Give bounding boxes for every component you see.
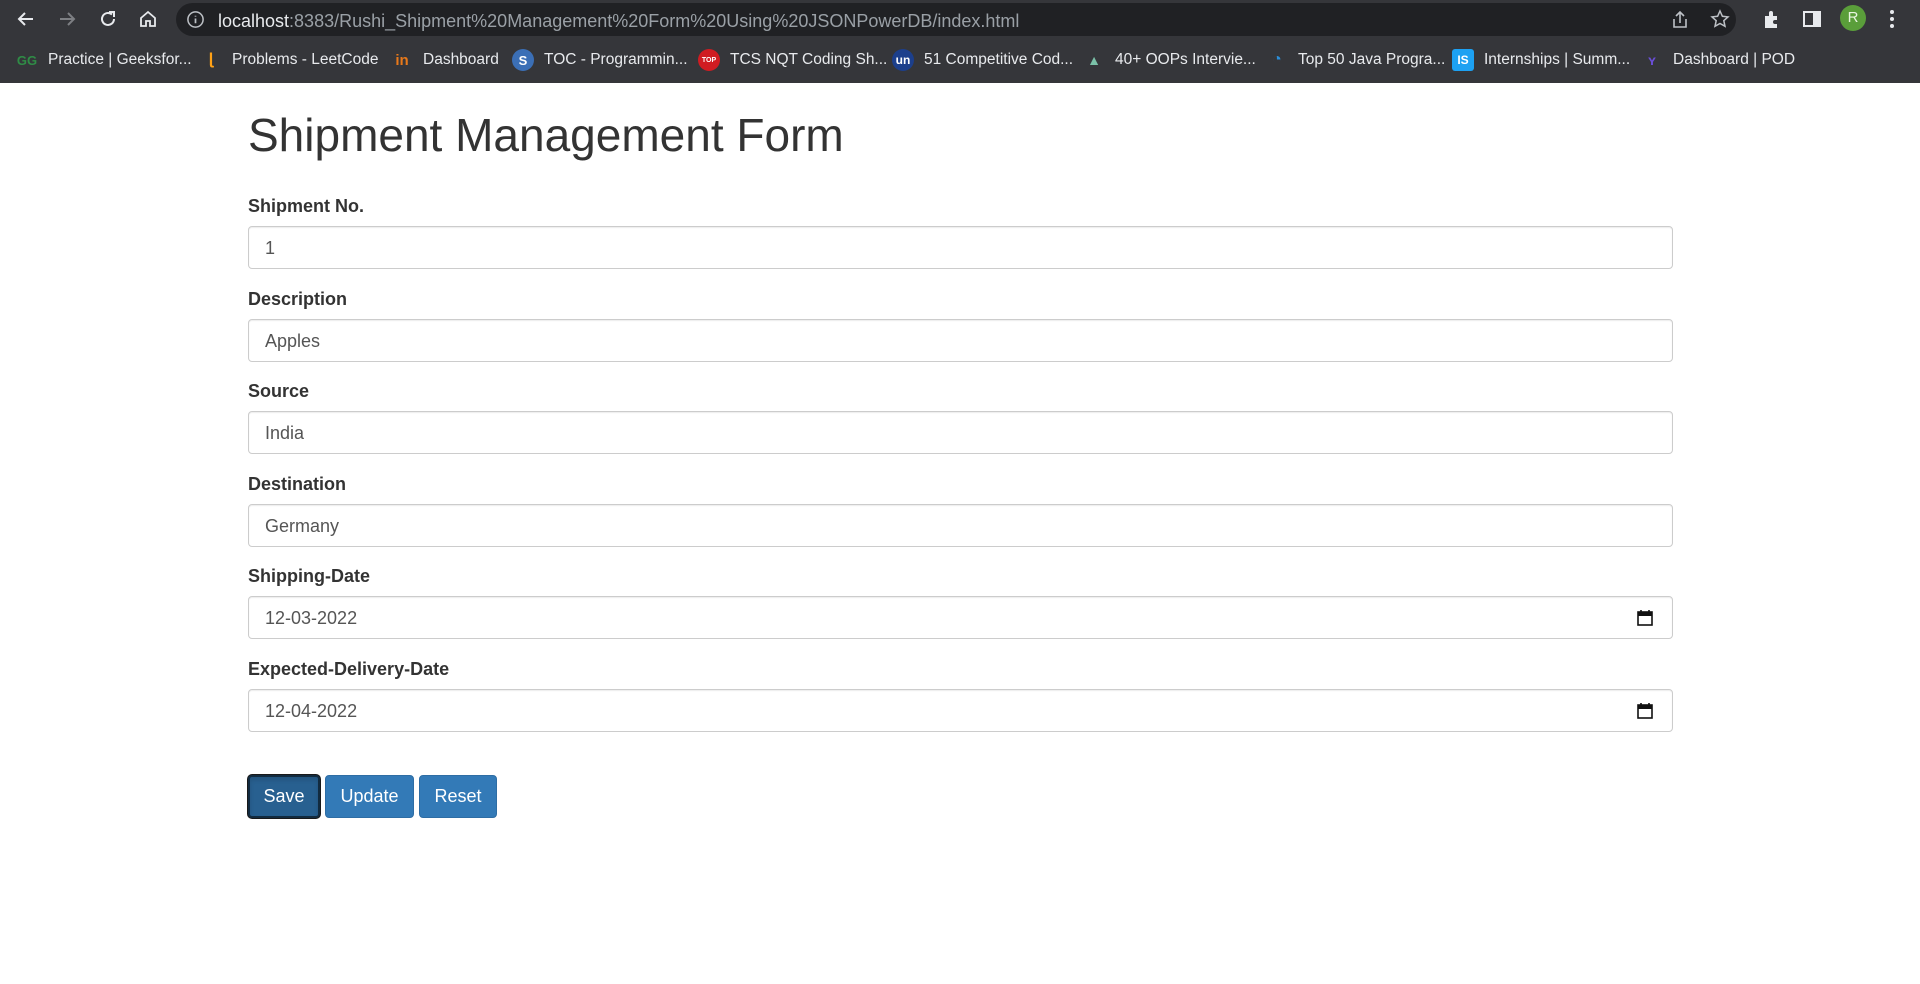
shipment-no-input[interactable]: 1: [248, 226, 1673, 269]
bookmark-item[interactable]: TOP TCS NQT Coding Sh...: [698, 45, 887, 75]
destination-label: Destination: [248, 474, 347, 494]
browser-toolbar: localhost:8383/Rushi_Shipment%20Manageme…: [0, 0, 1920, 38]
bookmarks-bar: GG Practice | Geeksfor... ɭ Problems - L…: [0, 45, 1920, 75]
source-value: India: [265, 423, 305, 443]
internshala-icon: IS: [1452, 49, 1474, 71]
bookmark-label: 51 Competitive Cod...: [924, 51, 1074, 68]
source-label: Source: [248, 381, 310, 401]
bookmark-item[interactable]: GG Practice | Geeksfor...: [16, 45, 192, 75]
update-button[interactable]: Update: [325, 775, 414, 818]
bookmark-label: 40+ OOPs Intervie...: [1115, 51, 1256, 68]
extensions-icon[interactable]: [1761, 8, 1783, 30]
forward-icon[interactable]: [53, 5, 81, 33]
url-text: localhost:8383/Rushi_Shipment%20Manageme…: [218, 11, 1020, 31]
bookmark-item[interactable]: IS Internships | Summ...: [1452, 45, 1630, 75]
shipping-date-value: 12-03-2022: [265, 608, 358, 628]
shipment-no-value: 1: [265, 238, 276, 258]
bookmark-label: Dashboard: [423, 51, 499, 68]
bookmark-label: Problems - LeetCode: [232, 51, 379, 68]
dashboard-icon: in: [395, 51, 409, 69]
expected-delivery-date-input[interactable]: 12-04-2022: [248, 689, 1673, 732]
leetcode-icon: ɭ: [208, 51, 214, 68]
description-label: Description: [248, 289, 348, 309]
bookmark-label: TCS NQT Coding Sh...: [730, 51, 888, 68]
home-icon[interactable]: [134, 5, 162, 33]
oops-icon: ▲: [1087, 52, 1101, 68]
save-button[interactable]: Save: [248, 775, 320, 818]
calendar-icon[interactable]: [1636, 702, 1654, 720]
shipment-no-label: Shipment No.: [248, 196, 364, 216]
bookmark-item[interactable]: un 51 Competitive Cod...: [892, 45, 1073, 75]
calendar-icon[interactable]: [1636, 609, 1654, 627]
bookmark-label: Top 50 Java Progra...: [1298, 51, 1446, 68]
share-icon[interactable]: [1670, 10, 1690, 30]
bookmark-star-icon[interactable]: [1710, 9, 1730, 29]
bookmark-item[interactable]: ◔ Top 50 Java Progra...: [1266, 45, 1445, 75]
toc-icon: S: [512, 49, 534, 71]
unstop-icon: un: [892, 49, 914, 71]
page-title: Shipment Management Form: [248, 109, 844, 161]
reset-button[interactable]: Reset: [419, 775, 497, 818]
bookmark-label: TOC - Programmin...: [544, 51, 688, 68]
expected-delivery-date-value: 12-04-2022: [265, 701, 358, 721]
tcs-icon: TOP: [698, 49, 720, 71]
reload-icon[interactable]: [94, 5, 122, 33]
side-panel-icon[interactable]: [1801, 8, 1823, 30]
bookmark-item[interactable]: ʏ Dashboard | POD: [1641, 45, 1795, 75]
shipping-date-label: Shipping-Date: [248, 566, 370, 586]
bookmark-item[interactable]: S TOC - Programmin...: [512, 45, 688, 75]
back-icon[interactable]: [12, 5, 40, 33]
destination-input[interactable]: Germany: [248, 504, 1673, 547]
source-input[interactable]: India: [248, 411, 1673, 454]
bookmark-item[interactable]: in Dashboard: [391, 45, 499, 75]
browser-menu-icon[interactable]: [1882, 8, 1902, 30]
site-info-icon[interactable]: [186, 10, 205, 29]
pod-icon: ʏ: [1648, 52, 1656, 68]
java-icon: ◔: [1272, 51, 1282, 68]
bookmark-label: Practice | Geeksfor...: [48, 51, 192, 68]
browser-chrome: localhost:8383/Rushi_Shipment%20Manageme…: [0, 0, 1920, 83]
description-value: Apples: [265, 331, 321, 351]
bookmark-item[interactable]: ▲ 40+ OOPs Intervie...: [1083, 45, 1256, 75]
shipping-date-input[interactable]: 12-03-2022: [248, 596, 1673, 639]
bookmark-label: Internships | Summ...: [1484, 51, 1631, 68]
address-bar[interactable]: localhost:8383/Rushi_Shipment%20Manageme…: [176, 3, 1736, 36]
geeksforgeeks-icon: GG: [16, 52, 38, 68]
profile-avatar[interactable]: R: [1840, 5, 1866, 31]
expected-delivery-date-label: Expected-Delivery-Date: [248, 659, 450, 679]
bookmark-item[interactable]: ɭ Problems - LeetCode: [200, 45, 379, 75]
destination-value: Germany: [265, 516, 340, 536]
bookmark-label: Dashboard | POD: [1673, 51, 1796, 68]
description-input[interactable]: Apples: [248, 319, 1673, 362]
